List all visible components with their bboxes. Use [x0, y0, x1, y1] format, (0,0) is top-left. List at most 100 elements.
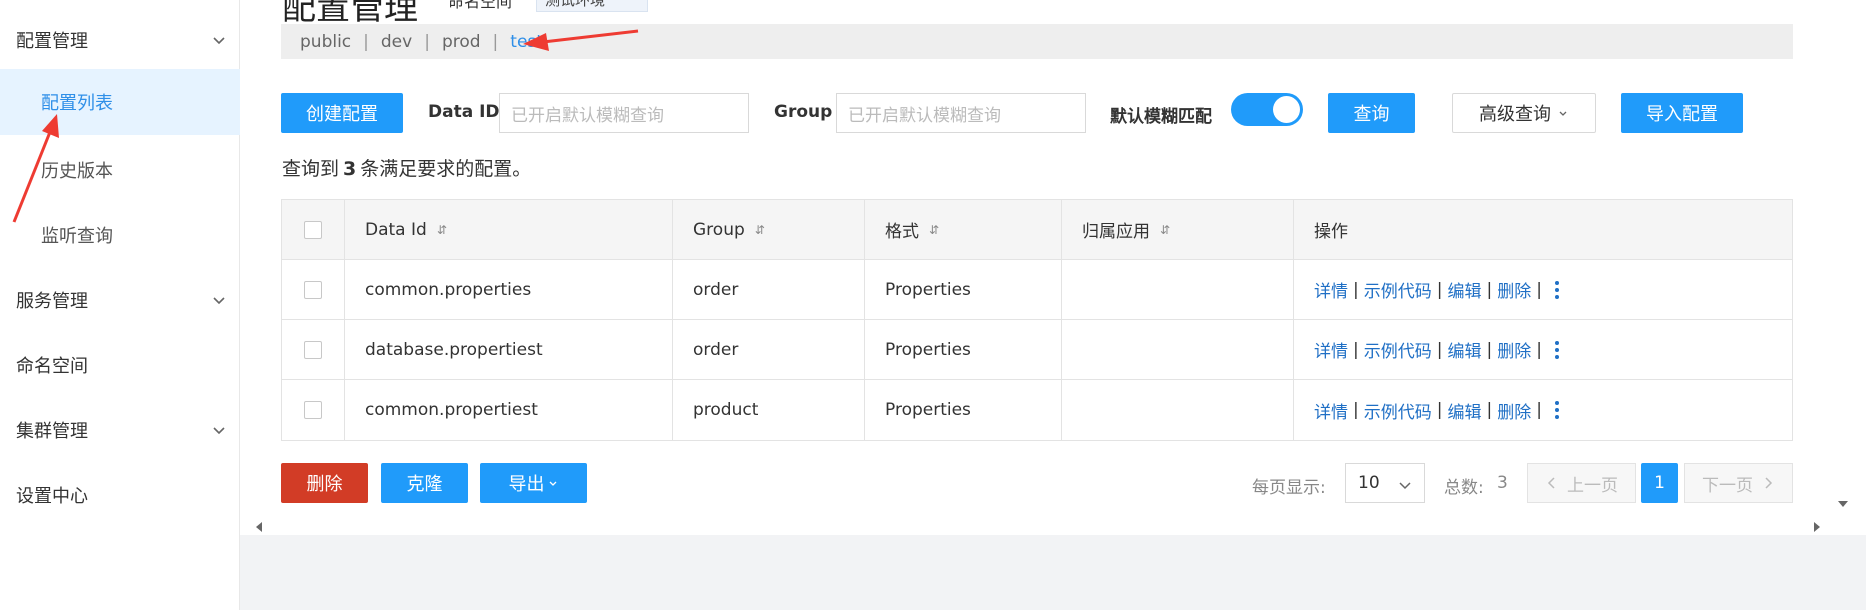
sidebar-item-label: 集群管理 [16, 421, 88, 442]
sidebar-item-label: 服务管理 [16, 291, 88, 312]
scroll-left-icon[interactable] [256, 522, 262, 532]
sidebar-item-config-list[interactable]: 配置列表 [0, 69, 240, 135]
sort-icon[interactable]: ⇵ [755, 223, 765, 237]
sidebar: 配置管理 配置列表 历史版本 监听查询 服务管理 命名空间 集群管理 设置中心 [0, 0, 240, 610]
action-separator: | [1486, 400, 1493, 420]
detail-link[interactable]: 详情 [1314, 398, 1348, 423]
page-number-current[interactable]: 1 [1641, 463, 1678, 503]
sidebar-item-label: 配置列表 [41, 93, 113, 114]
namespace-public[interactable]: public [300, 32, 351, 52]
row-checkbox[interactable] [304, 401, 322, 419]
sidebar-item-cluster-management[interactable]: 集群管理 [0, 410, 240, 450]
sidebar-item-history[interactable]: 历史版本 [0, 150, 240, 190]
export-button[interactable]: 导出 [480, 463, 587, 503]
detail-link[interactable]: 详情 [1314, 277, 1348, 302]
chevron-down-icon [1559, 111, 1567, 116]
edit-link[interactable]: 编辑 [1447, 337, 1481, 362]
sort-icon[interactable]: ⇵ [437, 223, 447, 237]
next-page-label: 下一页 [1702, 475, 1753, 496]
delete-link[interactable]: 删除 [1497, 398, 1531, 423]
sidebar-item-settings[interactable]: 设置中心 [0, 475, 240, 515]
namespace-separator: | [492, 31, 499, 52]
import-config-button[interactable]: 导入配置 [1621, 93, 1743, 133]
sample-code-link[interactable]: 示例代码 [1364, 398, 1432, 423]
row-checkbox[interactable] [304, 280, 322, 299]
sidebar-item-config-management[interactable]: 配置管理 [0, 20, 240, 60]
toggle-knob [1273, 96, 1300, 123]
cell-actions: 详情 | 示例代码 | 编辑 | 删除 | [1294, 320, 1792, 379]
namespace-separator: | [424, 31, 430, 52]
cell-format: Properties [865, 260, 1062, 319]
per-page-value: 10 [1358, 473, 1380, 493]
next-page-button[interactable]: 下一页 [1684, 463, 1793, 503]
table-header: Data Id ⇵ Group ⇵ 格式 ⇵ 归属应用 ⇵ 操作 [282, 200, 1792, 260]
result-count: 查询到 3 条满足要求的配置。 [282, 154, 531, 181]
header-cell-group[interactable]: Group ⇵ [673, 200, 865, 259]
sample-code-link[interactable]: 示例代码 [1364, 277, 1432, 302]
header-cell-actions: 操作 [1294, 200, 1792, 259]
create-config-button[interactable]: 创建配置 [281, 93, 403, 133]
config-table: Data Id ⇵ Group ⇵ 格式 ⇵ 归属应用 ⇵ 操作 common.prop… [281, 199, 1793, 441]
query-button[interactable]: 查询 [1328, 93, 1415, 133]
edit-link[interactable]: 编辑 [1447, 277, 1481, 302]
scroll-down-icon[interactable] [1836, 497, 1850, 511]
action-separator: | [1353, 279, 1359, 300]
action-separator: | [1436, 279, 1443, 300]
sidebar-item-namespace[interactable]: 命名空间 [0, 345, 240, 385]
result-suffix: 条满足要求的配置。 [360, 158, 532, 180]
column-header-label: Group [693, 219, 745, 240]
cell-format: Properties [865, 380, 1062, 440]
advanced-query-button[interactable]: 高级查询 [1452, 93, 1596, 133]
scroll-right-icon[interactable] [1814, 522, 1820, 532]
chevron-left-icon [1547, 477, 1555, 489]
group-input[interactable]: 已开启默认模糊查询 [836, 93, 1086, 133]
edit-link[interactable]: 编辑 [1447, 398, 1481, 423]
table-row: common.properties order Properties 详情 | 示例… [282, 260, 1792, 320]
sample-code-link[interactable]: 示例代码 [1364, 337, 1432, 362]
chevron-down-icon [213, 297, 225, 305]
namespace-test[interactable]: test [510, 32, 543, 52]
header-cell-app[interactable]: 归属应用 ⇵ [1062, 200, 1294, 259]
header-cell-format[interactable]: 格式 ⇵ [865, 200, 1062, 259]
sidebar-item-label: 历史版本 [41, 161, 113, 182]
more-icon[interactable] [1554, 280, 1559, 299]
sidebar-item-listener-query[interactable]: 监听查询 [0, 215, 240, 255]
dataid-label: Data ID [428, 102, 500, 122]
env-badge[interactable]: 测试环境 [536, 0, 648, 12]
row-select-cell [282, 380, 345, 440]
per-page-select[interactable]: 10 [1345, 463, 1425, 503]
more-icon[interactable] [1554, 401, 1559, 419]
more-icon[interactable] [1554, 340, 1559, 359]
action-separator: | [1536, 279, 1542, 300]
cell-dataid: database.propertiest [345, 320, 673, 379]
sidebar-item-service-management[interactable]: 服务管理 [0, 280, 240, 320]
chevron-down-icon [213, 427, 225, 435]
select-all-checkbox[interactable] [304, 220, 322, 239]
sidebar-item-label: 命名空间 [16, 356, 88, 377]
header-cell-dataid[interactable]: Data Id ⇵ [345, 200, 673, 259]
row-checkbox[interactable] [304, 340, 322, 359]
batch-delete-button[interactable]: 删除 [281, 463, 368, 503]
prev-page-button[interactable]: 上一页 [1527, 463, 1636, 503]
dataid-input[interactable]: 已开启默认模糊查询 [499, 93, 749, 133]
fuzzy-match-toggle[interactable] [1231, 93, 1303, 126]
detail-link[interactable]: 详情 [1314, 337, 1348, 362]
total-label: 总数: [1444, 478, 1484, 498]
clone-button[interactable]: 克隆 [381, 463, 468, 503]
chevron-down-icon [549, 481, 556, 486]
namespace-dev[interactable]: dev [381, 32, 412, 52]
per-page-label: 每页显示: [1252, 478, 1326, 498]
sort-icon[interactable]: ⇵ [929, 223, 939, 237]
sort-icon[interactable]: ⇵ [1160, 223, 1170, 237]
horizontal-scrollbar[interactable] [252, 518, 1824, 536]
action-separator: | [1353, 400, 1359, 420]
namespace-label: 命名空间 [448, 0, 513, 11]
chevron-right-icon [1765, 477, 1773, 489]
cell-dataid: common.propertiest [345, 380, 673, 440]
column-header-label: Data Id [365, 219, 427, 240]
namespace-prod[interactable]: prod [442, 32, 481, 52]
column-header-label: 归属应用 [1082, 222, 1150, 242]
delete-link[interactable]: 删除 [1497, 337, 1531, 362]
delete-link[interactable]: 删除 [1497, 277, 1531, 302]
action-separator: | [1436, 339, 1443, 360]
